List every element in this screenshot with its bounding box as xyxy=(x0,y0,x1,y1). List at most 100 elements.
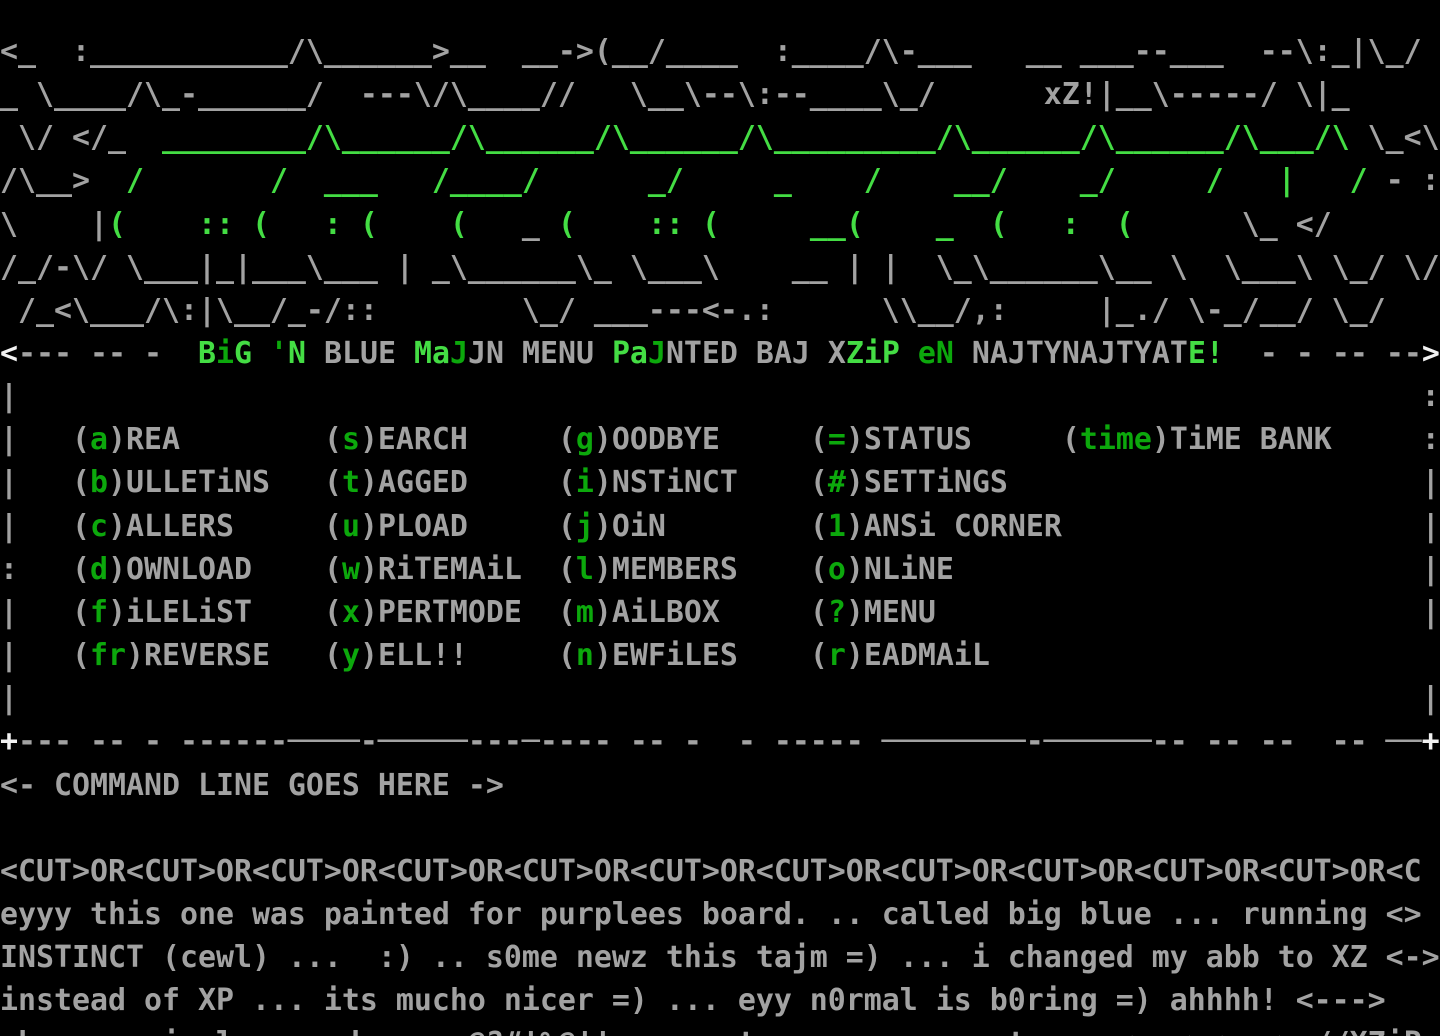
menu-title-text: Ma xyxy=(414,336,450,371)
menu-row-6-text xyxy=(270,638,324,673)
menu-row-1-text: ( xyxy=(810,422,828,457)
cut-separator-line-text: <CUT>OR<CUT>OR<CUT>OR<CUT>OR<CUT>OR<CUT>… xyxy=(0,854,1422,889)
menu-row-6-text: fr xyxy=(90,638,126,673)
ascii-art-line-2-text: _ \____/\_-______/ ---\/\____// \__\--\:… xyxy=(0,77,1350,112)
menu-title-text: JN xyxy=(468,336,522,371)
ascii-art-line-3: \/ </_ ________/\______/\______/\______/… xyxy=(0,116,1440,159)
menu-row-5-text: )PERTMODE xyxy=(360,595,522,630)
menu-row-6: | (fr)REVERSE (y)ELL!! (n)EWFiLES (r)EAD… xyxy=(0,634,1440,677)
menu-row-5-text xyxy=(720,595,810,630)
menu-row-2-text: )SETTiNGS xyxy=(846,465,1008,500)
menu-row-1-text: ( xyxy=(72,422,90,457)
menu-row-4-text: ( xyxy=(558,552,576,587)
menu-row-1: | (a)REA (s)EARCH (g)OODBYE (=)STATUS (t… xyxy=(0,418,1440,461)
menu-row-6-text: | xyxy=(0,638,72,673)
menu-row-3-text xyxy=(234,509,324,544)
menu-row-3-text: ( xyxy=(558,509,576,544)
menu-row-3: | (c)ALLERS (u)PLOAD (j)OiN (1)ANSi CORN… xyxy=(0,505,1440,548)
menu-row-5-text: ( xyxy=(72,595,90,630)
menu-row-5-text: )AiLBOX xyxy=(594,595,720,630)
note-line-4-text: ehmm ,,. i also need some @?#!%@!! reque… xyxy=(0,1026,1422,1036)
menu-title: <--- -- - BiG 'N BLUE MaJJN MENU PaJNTED… xyxy=(0,332,1440,375)
menu-title-text: E! xyxy=(1188,336,1224,371)
menu-row-4-text: d xyxy=(90,552,108,587)
menu-row-1-text: a xyxy=(90,422,108,457)
menu-row-2-text: )NSTiNCT xyxy=(594,465,738,500)
ascii-art-line-6-text: /_/-\/ \___|_|___\___ | _\______\_ \___\… xyxy=(0,250,1440,285)
menu-bottom-border: +--- -- - ------────-─────---─---- -- - … xyxy=(0,720,1440,763)
menu-row-1-text: ( xyxy=(324,422,342,457)
menu-row-1-text: ( xyxy=(558,422,576,457)
menu-border-row-bottom-spacer: | | xyxy=(0,677,1440,720)
menu-row-3-text: c xyxy=(90,509,108,544)
ascii-art-line-6: /_/-\/ \___|_|___\___ | _\______\_ \___\… xyxy=(0,246,1440,289)
bbs-terminal-screen[interactable]: <_ :___________/\______>__ __->(__/____ … xyxy=(0,30,1440,1036)
ascii-art-line-3-text: \/ </_ xyxy=(0,120,162,155)
menu-row-3-text xyxy=(666,509,810,544)
note-line-3-text: instead of XP ... its mucho nicer =) ...… xyxy=(0,983,1386,1018)
menu-row-2-text: t xyxy=(342,465,360,500)
ascii-art-line-1: <_ :___________/\______>__ __->(__/____ … xyxy=(0,30,1440,73)
menu-row-4-text xyxy=(954,552,1422,587)
menu-row-2-text xyxy=(468,465,558,500)
ascii-art-line-7-text: /_<\___/\:|\__/_-/:: \_/ ___---<-.: \\__… xyxy=(0,293,1386,328)
ascii-art-line-4: /\__> / / ___ /____/ _/ _ / __/ _/ / | /… xyxy=(0,159,1440,202)
ascii-art-line-4-text: - : xyxy=(1386,163,1440,198)
menu-row-4-text: o xyxy=(828,552,846,587)
menu-row-1-text: time xyxy=(1080,422,1152,457)
menu-row-5-text xyxy=(252,595,324,630)
menu-row-1-text: : xyxy=(1422,422,1440,457)
menu-title-text: BLUE xyxy=(324,336,414,371)
menu-row-3-text: )OiN xyxy=(594,509,666,544)
menu-row-1-text: )OODBYE xyxy=(594,422,720,457)
ascii-art-line-5-text: ( :: ( : ( ( xyxy=(108,207,522,242)
menu-row-5-text: )iLELiST xyxy=(108,595,252,630)
menu-row-6-text xyxy=(738,638,810,673)
menu-row-2-text: ( xyxy=(810,465,828,500)
menu-row-4-text: w xyxy=(342,552,360,587)
menu-row-5-text xyxy=(522,595,558,630)
menu-title-text: - - -- -- xyxy=(1224,336,1422,371)
menu-row-2-text: )ULLETiNS xyxy=(108,465,270,500)
ascii-art-line-4-text: / / ___ /____/ _/ _ / __/ _/ / | / xyxy=(108,163,1386,198)
menu-row-1-text: )STATUS xyxy=(846,422,972,457)
menu-title-text: < xyxy=(0,336,18,371)
cut-separator-line: <CUT>OR<CUT>OR<CUT>OR<CUT>OR<CUT>OR<CUT>… xyxy=(0,850,1440,893)
menu-row-1-text xyxy=(1332,422,1422,457)
note-line-1: eyyy this one was painted for purplees b… xyxy=(0,893,1440,936)
menu-title-text: MENU xyxy=(522,336,612,371)
menu-row-1-text: )EARCH xyxy=(360,422,468,457)
menu-title-text: --- -- - xyxy=(18,336,198,371)
menu-row-4-text xyxy=(252,552,324,587)
command-line-text: <- COMMAND LINE GOES HERE -> xyxy=(0,768,504,803)
blank-line-text xyxy=(0,811,18,846)
ascii-art-line-5-text: \_ </ xyxy=(1134,207,1422,242)
menu-row-3-text xyxy=(1062,509,1422,544)
note-line-2: INSTINCT (cewl) ... :) .. s0me newz this… xyxy=(0,936,1440,979)
blank-line xyxy=(0,807,1440,850)
menu-title-text: BAJ xyxy=(756,336,828,371)
menu-row-6-text: y xyxy=(342,638,360,673)
menu-row-3-text: u xyxy=(342,509,360,544)
menu-border-row-top: | : xyxy=(0,375,1440,418)
ascii-art-line-1-text: <_ :___________/\______>__ __->(__/____ … xyxy=(0,34,1422,69)
menu-row-2-text xyxy=(270,465,324,500)
note-line-1-text: eyyy this one was painted for purplees b… xyxy=(0,897,1422,932)
menu-row-3-text: )PLOAD xyxy=(360,509,468,544)
menu-row-6-text: n xyxy=(576,638,594,673)
menu-row-6-text: r xyxy=(828,638,846,673)
menu-title-text: X xyxy=(828,336,846,371)
menu-title-text xyxy=(954,336,972,371)
note-line-2-text: INSTINCT (cewl) ... :) .. s0me newz this… xyxy=(0,940,1440,975)
menu-row-4-text: )NLiNE xyxy=(846,552,954,587)
menu-row-6-text: ( xyxy=(810,638,828,673)
menu-bottom-border-text: + xyxy=(0,724,18,759)
menu-row-5-text: ? xyxy=(828,595,846,630)
menu-row-2: | (b)ULLETiNS (t)AGGED (i)NSTiNCT (#)SET… xyxy=(0,461,1440,504)
command-line[interactable]: <- COMMAND LINE GOES HERE -> xyxy=(0,764,1440,807)
ascii-art-line-3-text: \_<\ xyxy=(1350,120,1440,155)
menu-title-text: eN xyxy=(918,336,954,371)
menu-row-1-text: )REA xyxy=(108,422,180,457)
menu-row-5-text: | xyxy=(1422,595,1440,630)
ascii-art-line-4-text: /\__> xyxy=(0,163,108,198)
